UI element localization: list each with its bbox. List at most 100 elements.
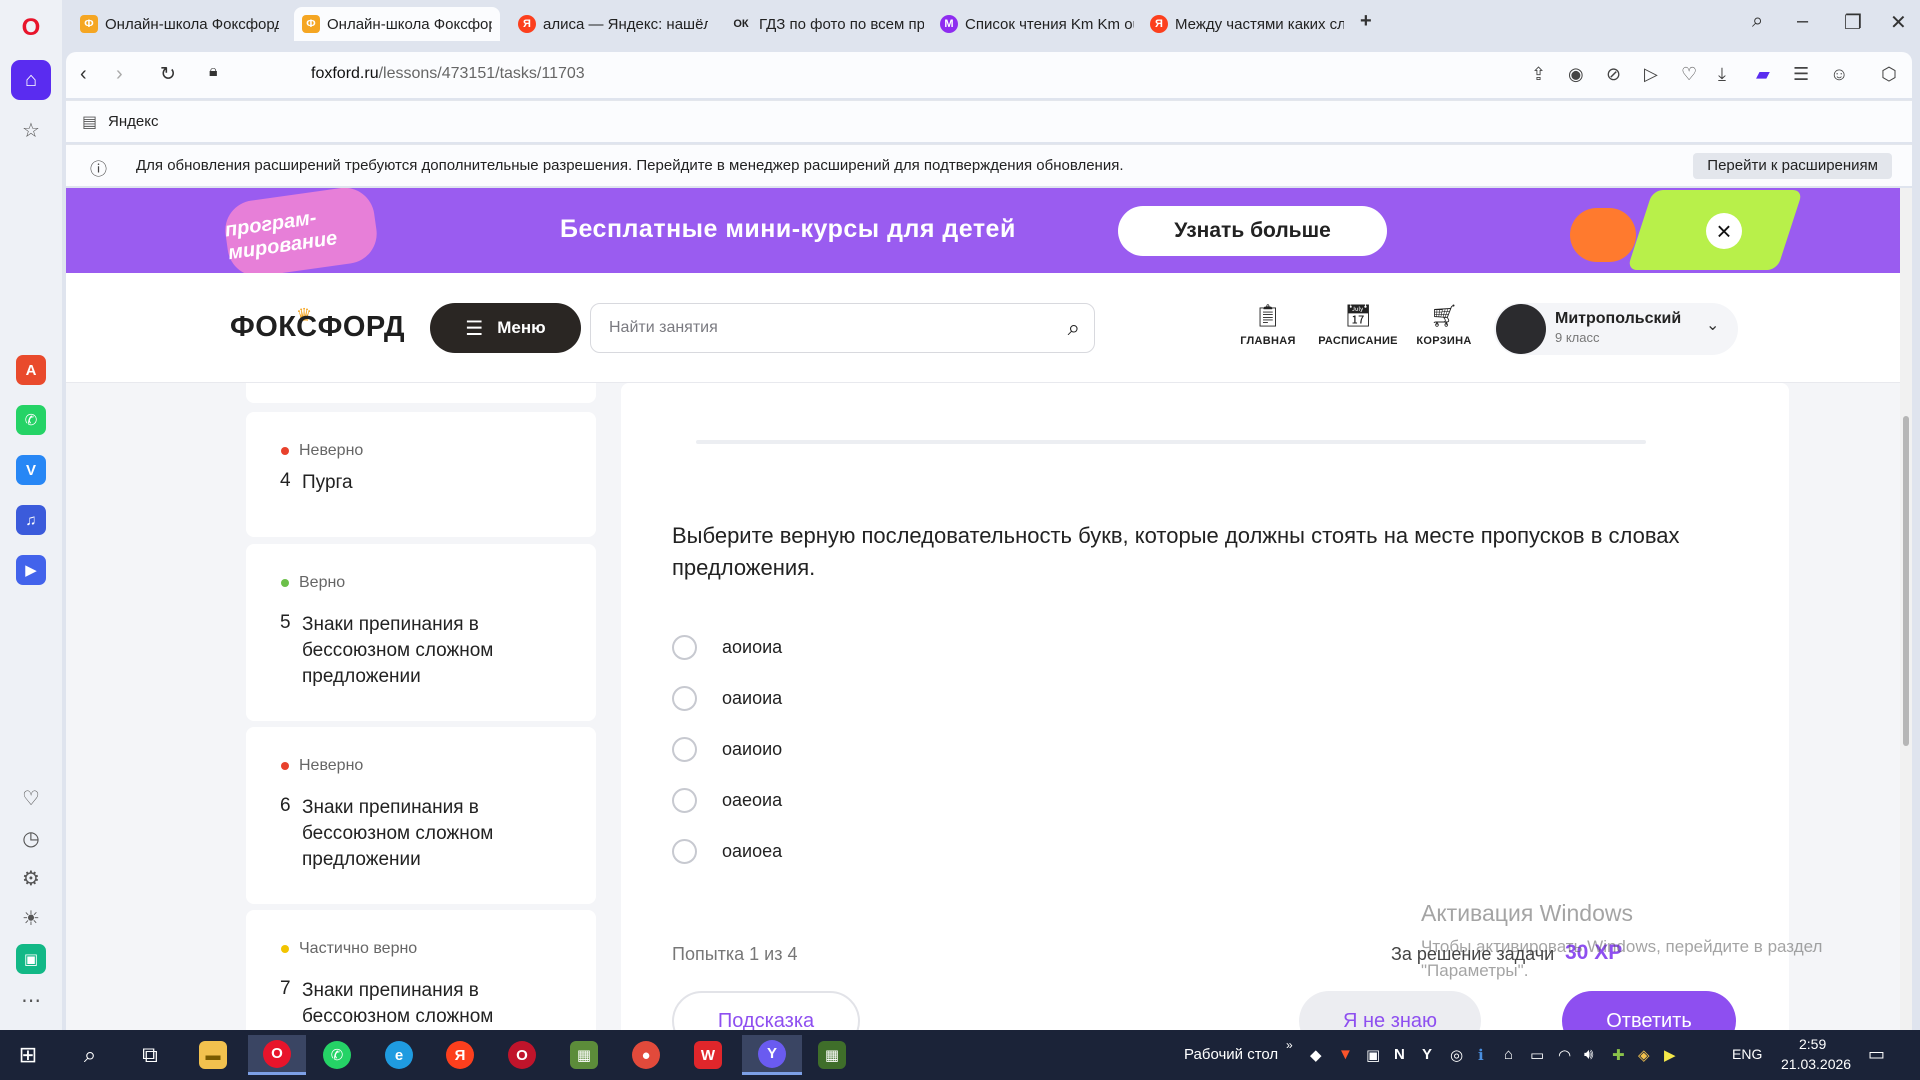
answer-option-1[interactable]: аоиоиа	[672, 633, 782, 661]
tab-4[interactable]: ОК ГДЗ по фото по всем пре	[722, 7, 932, 41]
tray-app-icon[interactable]: ◆	[1310, 1046, 1322, 1064]
wps-taskbar-icon[interactable]: W	[686, 1035, 730, 1075]
history-icon[interactable]: ◷	[11, 818, 51, 858]
favorite-icon[interactable]: ♡	[1681, 64, 1697, 85]
yandex-taskbar-icon[interactable]: Я	[438, 1035, 482, 1075]
cube-icon[interactable]: ⬡	[1881, 64, 1897, 85]
more-icon[interactable]: ⋯	[11, 980, 51, 1020]
forward-icon[interactable]: ›	[116, 63, 123, 86]
opera-gx-taskbar-icon[interactable]: O	[500, 1035, 544, 1075]
download-icon[interactable]: ⤓	[1718, 64, 1726, 85]
nav-cart[interactable]: 🛒︎ КОРЗИНА	[1404, 303, 1484, 347]
file-explorer-icon[interactable]: ▬	[191, 1035, 235, 1075]
adblock-icon[interactable]: ⊘	[1606, 64, 1621, 85]
tab-6[interactable]: Я Между частями каких сло	[1142, 7, 1352, 41]
answer-option-3[interactable]: оаиоио	[672, 735, 782, 763]
minecraft-taskbar-icon[interactable]: ▦	[562, 1035, 606, 1075]
radio-button[interactable]	[672, 838, 697, 864]
tab-1[interactable]: Ф Онлайн-школа Фоксфорд	[72, 7, 287, 41]
tray-stack-icon[interactable]: ◈	[1638, 1046, 1650, 1064]
radio-button[interactable]	[672, 787, 697, 813]
tray-game-icon[interactable]: ✚	[1612, 1046, 1625, 1064]
learn-more-button[interactable]: Узнать больше	[1118, 206, 1387, 256]
bookmark-yandex[interactable]: Яндекс	[108, 113, 158, 130]
search-icon[interactable]: ⌕	[1068, 315, 1080, 341]
edge-taskbar-icon[interactable]: e	[377, 1035, 421, 1075]
close-icon[interactable]: ×	[1706, 213, 1742, 249]
music-player-icon[interactable]: ♫	[16, 505, 46, 535]
volume-icon[interactable]: 🔊︎	[1584, 1046, 1593, 1063]
desktop-toolbar-label[interactable]: Рабочий стол	[1184, 1046, 1278, 1063]
clock-date[interactable]: 21.03.2026	[1781, 1056, 1851, 1072]
go-to-extensions-button[interactable]: Перейти к расширениям	[1693, 153, 1892, 179]
tab-search-icon[interactable]: ⌕	[1752, 10, 1763, 33]
whatsapp-taskbar-icon[interactable]: ✆	[315, 1035, 359, 1075]
language-indicator[interactable]: ENG	[1732, 1046, 1762, 1062]
tray-notion-icon[interactable]: N	[1394, 1046, 1405, 1063]
profile-menu[interactable]: Митропольский 9 класс ⌄	[1494, 303, 1738, 355]
player-icon[interactable]: ▶	[16, 555, 46, 585]
tray-yandex-icon[interactable]: Y	[1422, 1046, 1432, 1063]
radio-button[interactable]	[672, 634, 697, 660]
windows-start-icon[interactable]: ⊞	[6, 1035, 50, 1075]
yandex-browser-taskbar-icon[interactable]: Y	[742, 1035, 802, 1075]
lightbulb-icon[interactable]: ☀	[11, 898, 51, 938]
foxford-logo[interactable]: ФОКСФОРД	[230, 311, 405, 344]
back-icon[interactable]: ‹	[80, 63, 87, 86]
hint-button[interactable]: Подсказка	[672, 991, 860, 1030]
tray-home-icon[interactable]: ⌂	[1504, 1046, 1513, 1063]
extension-icon[interactable]: ▰	[1756, 64, 1770, 85]
tray-brave-icon[interactable]: ▼	[1338, 1046, 1353, 1063]
task-card-partial[interactable]	[246, 383, 596, 403]
answer-button[interactable]: Ответить	[1562, 991, 1736, 1030]
task-card-7[interactable]: Частично верно 7 Знаки препинания в бесс…	[246, 910, 596, 1030]
page-scrollbar[interactable]	[1900, 188, 1912, 1030]
minimize-icon[interactable]: –	[1797, 10, 1808, 33]
profile-icon[interactable]: ☺	[1830, 64, 1848, 85]
search-input[interactable]	[609, 316, 1029, 340]
tab-3[interactable]: Я алиса — Яндекс: нашёлся	[510, 7, 716, 41]
opera-taskbar-icon[interactable]: O	[248, 1035, 306, 1075]
taskbar-search-icon[interactable]: ⌕	[68, 1035, 112, 1075]
task-card-6[interactable]: Неверно 6 Знаки препинания в бессоюзном …	[246, 727, 596, 904]
vk-icon[interactable]: V	[16, 455, 46, 485]
task-card-4[interactable]: Неверно 4 Пурга	[246, 412, 596, 537]
tray-player-icon[interactable]: ▶	[1664, 1046, 1676, 1064]
clock-time[interactable]: 2:59	[1799, 1036, 1826, 1052]
url-field[interactable]: foxford.ru/lessons/473151/tasks/11703	[311, 65, 585, 83]
easy-setup-icon[interactable]: ☰	[1793, 64, 1809, 85]
answer-option-5[interactable]: оаиоеа	[672, 837, 782, 865]
settings-icon[interactable]: ⚙	[11, 858, 51, 898]
lock-icon[interactable]: 🔒︎	[209, 63, 218, 81]
home-icon[interactable]: ⌂	[11, 60, 51, 100]
play-icon[interactable]: ▷	[1644, 64, 1658, 85]
radio-button[interactable]	[672, 736, 697, 762]
star-icon[interactable]: ☆	[11, 110, 51, 150]
answer-option-2[interactable]: оаиоиа	[672, 684, 782, 712]
answer-option-4[interactable]: оаеоиа	[672, 786, 782, 814]
heart-icon[interactable]: ♡	[11, 778, 51, 818]
menu-button[interactable]: ☰ Меню	[430, 303, 581, 353]
wifi-icon[interactable]: ◠	[1558, 1046, 1571, 1064]
whatsapp-icon[interactable]: ✆	[16, 405, 46, 435]
notification-icon[interactable]: ▭	[1868, 1044, 1885, 1065]
task-card-5[interactable]: Верно 5 Знаки препинания в бессоюзном сл…	[246, 544, 596, 721]
tray-info-icon[interactable]: ℹ	[1478, 1046, 1484, 1064]
radio-button[interactable]	[672, 685, 697, 711]
minecraft-launcher-taskbar-icon[interactable]: ▦	[810, 1035, 854, 1075]
new-tab-icon[interactable]: +	[1360, 10, 1372, 33]
camera-icon[interactable]: ◉	[1568, 64, 1584, 85]
promo-banner[interactable]: програм- мирование Бесплатные мини-курсы…	[66, 188, 1900, 281]
tray-picture-icon[interactable]: ▣	[1366, 1046, 1380, 1064]
restore-icon[interactable]: ❐	[1844, 10, 1862, 35]
opera-logo-icon[interactable]: O	[11, 8, 51, 48]
dont-know-button[interactable]: Я не знаю	[1299, 991, 1481, 1030]
close-window-icon[interactable]: ✕	[1890, 10, 1907, 35]
scroll-thumb[interactable]	[1903, 416, 1909, 746]
toolbar-expand-icon[interactable]: »	[1286, 1038, 1293, 1052]
reload-icon[interactable]: ↻	[160, 63, 176, 86]
battery-icon[interactable]: ▭	[1530, 1046, 1544, 1064]
tray-disk-icon[interactable]: ◎	[1450, 1046, 1463, 1064]
tab-2-active[interactable]: Ф Онлайн-школа Фоксфорд	[294, 7, 500, 41]
aria-app-icon[interactable]: A	[16, 355, 46, 385]
